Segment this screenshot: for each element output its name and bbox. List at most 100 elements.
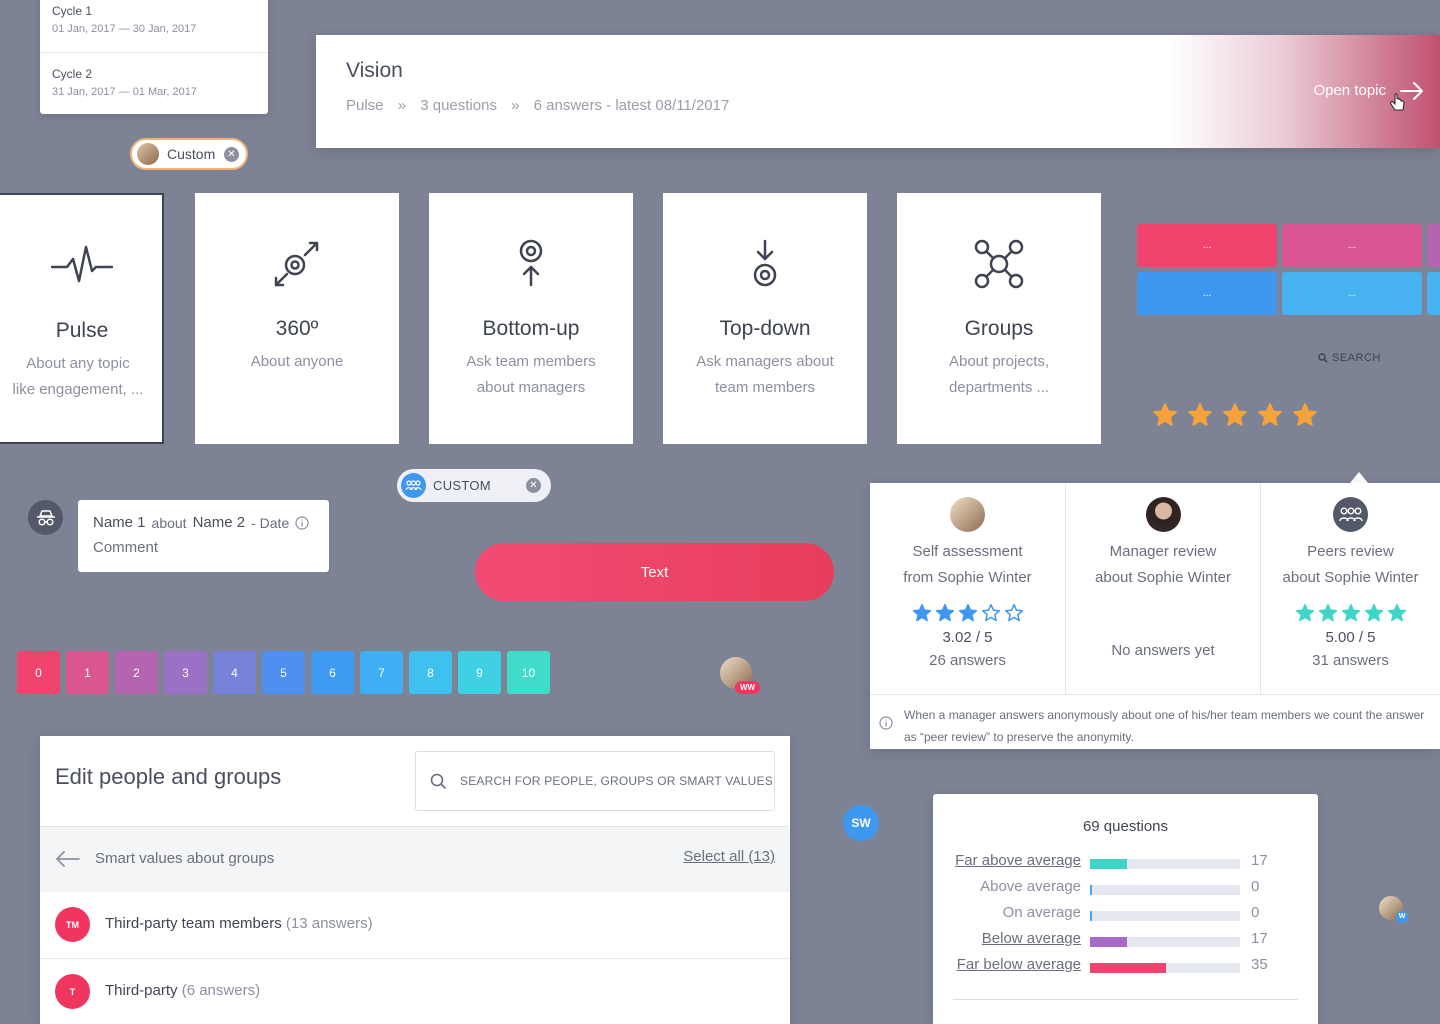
star-icon [1258, 403, 1282, 426]
distribution-row[interactable]: Far below average 35 [933, 956, 1318, 982]
smart-values-header: Smart values about groups Select all (13… [40, 826, 790, 892]
star-filled-icon [1295, 603, 1314, 622]
peers-review-column: Peers review about Sophie Winter 5.00 / 5… [1260, 483, 1440, 694]
distribution-bar-track [1090, 859, 1240, 869]
distribution-row[interactable]: Below average 17 [933, 930, 1318, 956]
color-block[interactable]: ... [1282, 272, 1422, 315]
crumb[interactable]: Pulse [346, 97, 384, 114]
scale-option[interactable]: 6 [311, 651, 354, 694]
topic-card[interactable]: Vision Pulse » 3 questions » 6 answers -… [316, 35, 1440, 148]
review-label: Manager review about Sophie Winter [1095, 543, 1231, 586]
comment-header: Name 1 about Name 2 - Date [93, 514, 314, 531]
type-title: Groups [964, 317, 1034, 340]
no-answers-text: No answers yet [1111, 642, 1215, 659]
distribution-label[interactable]: Below average [982, 930, 1081, 947]
star-filled-icon [935, 603, 954, 622]
distribution-label[interactable]: Far below average [957, 956, 1081, 973]
cycle-dates: 31 Jan, 2017 — 01 Mar, 2017 [52, 86, 197, 98]
avatar [950, 497, 985, 532]
initials-badge: W [1396, 911, 1408, 923]
color-block[interactable]: ... [1282, 224, 1422, 267]
type-description: About projects, departments ... [948, 353, 1050, 396]
star-rating [870, 603, 1065, 623]
list-item[interactable]: T Third-party (6 answers) [40, 958, 790, 1024]
close-icon[interactable]: ✕ [224, 146, 239, 162]
search-icon [1318, 353, 1328, 363]
star-outline-icon [981, 603, 1000, 622]
type-card-bottom-up[interactable]: Bottom-up Ask team members about managers [429, 193, 633, 444]
star-rating[interactable] [1152, 402, 1318, 428]
scale-option[interactable]: 0 [17, 651, 60, 694]
scale-option[interactable]: 10 [507, 651, 550, 694]
search-input[interactable]: SEARCH FOR PEOPLE, GROUPS OR SMART VALUE… [415, 751, 775, 811]
star-outline-icon [1004, 603, 1023, 622]
info-icon[interactable] [295, 515, 309, 530]
distribution-bar-fill [1090, 963, 1166, 973]
type-card-top-down[interactable]: Top-down Ask managers about team members [663, 193, 867, 444]
chip-label: Custom [167, 146, 216, 162]
custom-filter-chip[interactable]: Custom ✕ [130, 138, 248, 170]
color-block[interactable]: ... [1137, 224, 1277, 267]
crumb-separator: » [511, 97, 520, 114]
type-title: Top-down [719, 317, 811, 340]
star-icon [1153, 403, 1177, 426]
cycle-item[interactable]: Cycle 1 01 Jan, 2017 — 30 Jan, 2017 [40, 0, 268, 52]
review-count: 26 answers [929, 652, 1006, 669]
select-all-link[interactable]: Select all (13) [683, 848, 775, 865]
crumb: 6 answers - latest 08/11/2017 [533, 97, 730, 114]
scale-option[interactable]: 2 [115, 651, 158, 694]
cycle-list: Cycle 1 01 Jan, 2017 — 30 Jan, 2017 Cycl… [40, 0, 268, 114]
list-item[interactable]: TM Third-party team members (13 answers) [40, 892, 790, 958]
custom-group-chip[interactable]: CUSTOM ✕ [397, 469, 551, 502]
scale-option[interactable]: 1 [66, 651, 109, 694]
scale-option[interactable]: 8 [409, 651, 452, 694]
distribution-value: 35 [1251, 956, 1268, 973]
star-filled-icon [1341, 603, 1360, 622]
type-card-360[interactable]: 360º About anyone [195, 193, 399, 444]
type-title: 360º [275, 317, 319, 340]
top-down-icon [663, 239, 867, 319]
breadcrumb: Pulse » 3 questions » 6 answers - latest… [346, 97, 739, 114]
target-arrows-icon [195, 239, 399, 319]
star-filled-icon [1318, 603, 1337, 622]
star-rating [1261, 603, 1440, 623]
scale-option[interactable]: 3 [164, 651, 207, 694]
initials-avatar: T [55, 974, 90, 1009]
open-topic-link[interactable]: Open topic [1313, 82, 1386, 99]
close-icon[interactable]: ✕ [526, 478, 541, 493]
star-icon [1223, 403, 1247, 426]
reviews-panel: Self assessment from Sophie Winter 3.02 /… [870, 483, 1440, 749]
item-name: Third-party team members (13 answers) [105, 915, 373, 932]
scale-option[interactable]: 5 [262, 651, 305, 694]
type-title: Pulse [55, 319, 109, 342]
type-description: About any topic like engagement, ... [12, 355, 144, 398]
review-count: 31 answers [1312, 652, 1389, 669]
star-filled-icon [1387, 603, 1406, 622]
color-block[interactable] [1427, 272, 1440, 315]
color-block[interactable] [1427, 224, 1440, 267]
bottom-up-icon [429, 239, 633, 319]
cycle-item[interactable]: Cycle 2 31 Jan, 2017 — 01 Mar, 2017 [40, 52, 268, 114]
star-filled-icon [958, 603, 977, 622]
self-assessment-column: Self assessment from Sophie Winter 3.02 /… [870, 483, 1065, 694]
initials-badge: WW [735, 681, 761, 694]
search-link[interactable]: SEARCH [1318, 352, 1381, 364]
scale-option[interactable]: 4 [213, 651, 256, 694]
distribution-label[interactable]: Far above average [955, 852, 1081, 869]
distribution-row[interactable]: Far above average 17 [933, 852, 1318, 878]
crumb[interactable]: 3 questions [420, 97, 497, 114]
chip-label: CUSTOM [433, 478, 491, 493]
primary-button[interactable]: Text [475, 543, 834, 601]
color-block[interactable]: ... [1137, 272, 1277, 315]
star-filled-icon [1364, 603, 1383, 622]
scale-option[interactable]: 7 [360, 651, 403, 694]
type-card-groups[interactable]: Groups About projects, departments ... [897, 193, 1101, 444]
distribution-row: Above average 0 [933, 878, 1318, 904]
scale-option[interactable]: 9 [458, 651, 501, 694]
distribution-label: Above average [980, 878, 1081, 895]
hand-cursor-icon [1390, 93, 1405, 111]
distribution-bar-fill [1090, 859, 1127, 869]
crumb-separator: » [397, 97, 407, 114]
arrow-left-icon[interactable] [55, 850, 81, 868]
type-card-pulse[interactable]: Pulse About any topic like engagement, ..… [0, 193, 164, 444]
